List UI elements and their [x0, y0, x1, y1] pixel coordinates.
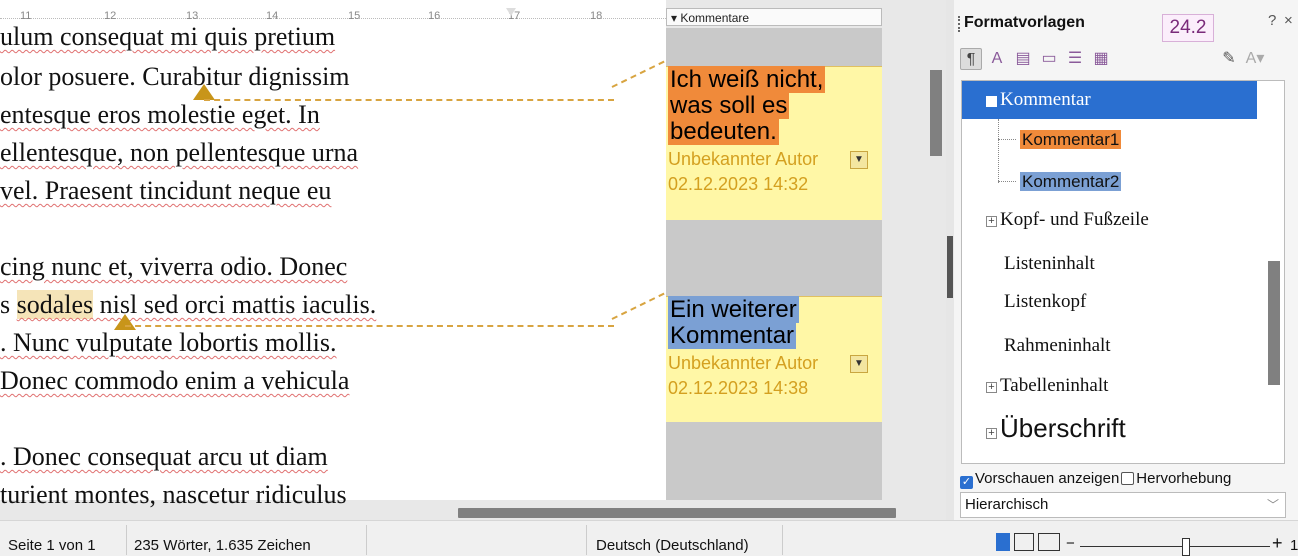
tree-line	[998, 181, 1016, 182]
preview-options: ✓ Vorschauen anzeigen Hervorhebung	[960, 470, 1231, 489]
text-line: cing nunc et, viverra odio. Donec	[0, 252, 348, 281]
document-area: 11 12 13 14 15 16 17 18 ▾ Kommentare ulu…	[0, 0, 946, 520]
page-count[interactable]: Seite 1 von 1	[8, 537, 96, 554]
text-line: ulum consequat mi quis pretium	[0, 22, 336, 51]
list-styles-icon[interactable]: ☰	[1064, 48, 1086, 70]
comment-note[interactable]: Ich weiß nicht, was soll es bedeuten. Un…	[666, 66, 882, 220]
comment-menu-button[interactable]: ▼	[850, 355, 868, 373]
fill-format-icon[interactable]: ✎	[1218, 48, 1240, 70]
ruler-tab-marker[interactable]	[506, 8, 516, 16]
zoom-percent[interactable]: 1	[1290, 537, 1298, 554]
ruler-number: 13	[186, 10, 199, 22]
expand-icon[interactable]: +	[986, 382, 997, 393]
word-count[interactable]: 235 Wörter, 1.635 Zeichen	[134, 537, 311, 554]
status-separator	[782, 525, 783, 555]
tree-line	[998, 119, 999, 183]
styles-sidebar: Formatvorlagen 24.2 ? × ¶ A ▤ ▭ ☰ ▦ ✎ A▾…	[954, 0, 1298, 520]
comment-connector	[204, 99, 614, 101]
status-separator	[126, 525, 127, 555]
tree-item-kommentar2[interactable]: Kommentar2	[1020, 171, 1122, 193]
multi-page-view-icon[interactable]	[1014, 533, 1034, 551]
tree-item-listeninhalt[interactable]: Listeninhalt	[1004, 253, 1095, 275]
ruler-number: 16	[428, 10, 441, 22]
vertical-scrollbar[interactable]	[930, 70, 942, 156]
comment-anchor-icon[interactable]	[114, 314, 136, 330]
text-line: ellentesque, non pellentesque urna	[0, 138, 359, 167]
collapse-icon[interactable]: −	[986, 96, 997, 107]
tree-item-kommentar1[interactable]: Kommentar1	[1020, 129, 1122, 151]
zoom-out-button[interactable]: −	[1066, 535, 1075, 552]
zoom-in-button[interactable]: +	[1272, 533, 1283, 554]
comment-date: 02.12.2023 14:38	[668, 378, 809, 398]
text-line: entesque eros molestie eget. In	[0, 100, 320, 129]
text-line: turient montes, nascetur ridiculus	[0, 480, 347, 509]
book-view-icon[interactable]	[1038, 533, 1060, 551]
splitter-grip[interactable]	[947, 236, 953, 298]
frame-styles-icon[interactable]: ▤	[1012, 48, 1034, 70]
preview-label[interactable]: Vorschauen anzeigen	[975, 470, 1119, 487]
comment-text[interactable]: Ich weiß nicht, was soll es bedeuten.	[666, 66, 882, 145]
tree-item-tabelleninhalt[interactable]: + Tabelleninhalt	[986, 375, 1108, 397]
comments-header-button[interactable]: ▾ Kommentare	[666, 8, 882, 26]
text-line: Donec commodo enim a vehicula	[0, 366, 350, 395]
comment-menu-button[interactable]: ▼	[850, 151, 868, 169]
preview-checkbox[interactable]: ✓	[960, 476, 973, 489]
comment-connector	[125, 325, 614, 327]
comment-author: Unbekannter Autor ▼	[666, 149, 882, 170]
tree-item-rahmeninhalt[interactable]: Rahmeninhalt	[1004, 335, 1111, 357]
sidebar-splitter[interactable]	[946, 0, 954, 520]
style-actions-icon[interactable]: A▾	[1244, 48, 1266, 70]
text-line: olor posuere. Curabitur dignissim	[0, 62, 350, 91]
tree-item-kommentar[interactable]: − Kommentar	[962, 81, 1257, 119]
highlight-checkbox[interactable]	[1121, 472, 1135, 485]
text-line: vel. Praesent tincidunt neque eu	[0, 176, 332, 205]
text-line: . Nunc vulputate lobortis mollis.	[0, 328, 337, 357]
ruler-number: 14	[266, 10, 279, 22]
style-tree[interactable]: − Kommentar Kommentar1 Kommentar2 + Kopf- …	[961, 80, 1285, 464]
page-styles-icon[interactable]: ▭	[1038, 48, 1060, 70]
text-line: s sodales nisl sed orci mattis iaculis.	[0, 290, 377, 319]
tree-scrollbar[interactable]	[1268, 261, 1280, 385]
sidebar-title: Formatvorlagen	[964, 14, 1085, 31]
comment-author: Unbekannter Autor ▼	[666, 353, 882, 374]
close-button[interactable]: ×	[1284, 12, 1293, 29]
help-button[interactable]: ?	[1268, 12, 1276, 29]
tree-item-ueberschrift[interactable]: + Überschrift	[986, 413, 1126, 444]
single-page-view-icon[interactable]	[996, 533, 1010, 551]
horizontal-scrollbar[interactable]	[458, 508, 896, 518]
character-styles-icon[interactable]: A	[986, 48, 1008, 70]
status-separator	[366, 525, 367, 555]
comment-date: 02.12.2023 14:32	[668, 174, 809, 194]
paragraph-styles-icon[interactable]: ¶	[960, 48, 982, 70]
expand-icon[interactable]: +	[986, 428, 997, 439]
version-badge: 24.2	[1162, 14, 1214, 42]
zoom-slider-thumb[interactable]	[1182, 538, 1190, 556]
chevron-down-icon: ﹀	[1266, 498, 1279, 512]
tree-item-listenkopf[interactable]: Listenkopf	[1004, 291, 1086, 313]
tree-line	[998, 139, 1016, 140]
expand-icon[interactable]: +	[986, 216, 997, 227]
table-styles-icon[interactable]: ▦	[1090, 48, 1112, 70]
ruler-number: 18	[590, 10, 603, 22]
zoom-slider[interactable]	[1080, 546, 1270, 547]
ruler-number: 12	[104, 10, 117, 22]
drag-handle-icon[interactable]	[958, 16, 962, 32]
ruler-ticks	[0, 18, 666, 20]
tree-item-kopf-fusszeile[interactable]: + Kopf- und Fußzeile	[986, 209, 1149, 231]
highlight-label[interactable]: Hervorhebung	[1136, 470, 1231, 487]
status-separator	[586, 525, 587, 555]
comment-text[interactable]: Ein weiterer Kommentar	[666, 296, 882, 349]
commented-word[interactable]: sodales	[16, 290, 94, 319]
status-bar: Seite 1 von 1 235 Wörter, 1.635 Zeichen …	[0, 520, 1298, 556]
comment-anchor-icon[interactable]	[193, 84, 215, 100]
ruler-number: 15	[348, 10, 361, 22]
text-line: . Donec consequat arcu ut diam	[0, 442, 328, 471]
comment-note[interactable]: Ein weiterer Kommentar Unbekannter Autor…	[666, 296, 882, 422]
style-filter-select[interactable]: Hierarchisch ﹀	[960, 492, 1286, 518]
ruler-number: 11	[20, 10, 32, 22]
language-status[interactable]: Deutsch (Deutschland)	[596, 537, 749, 554]
